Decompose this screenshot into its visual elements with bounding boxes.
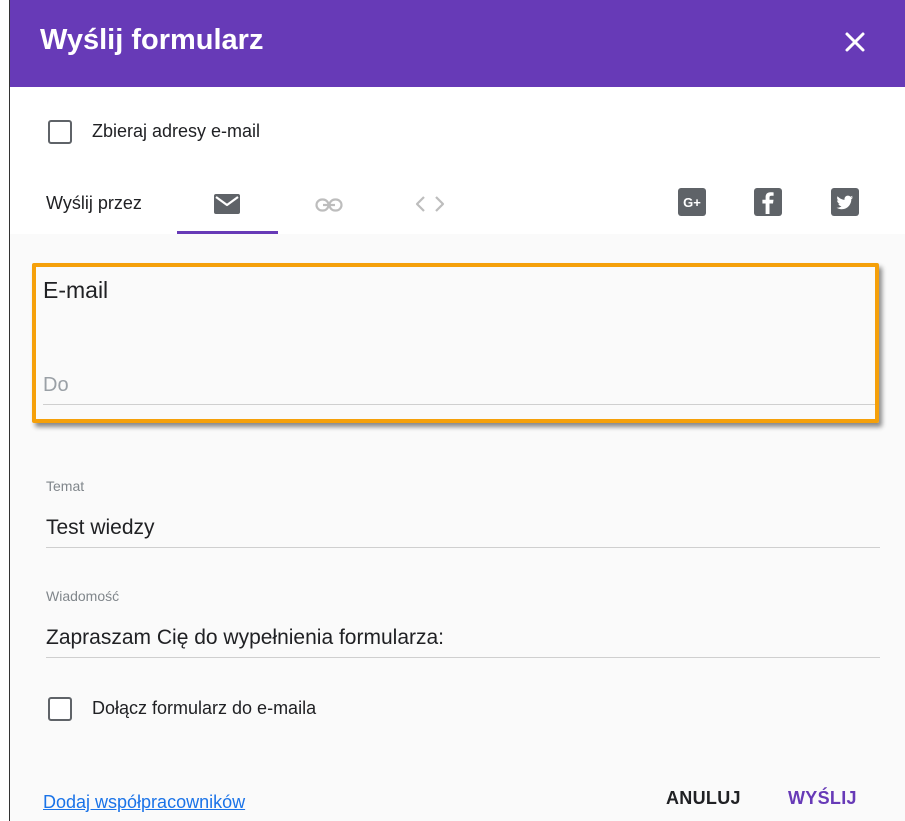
include-form-label: Dołącz formularz do e-maila bbox=[92, 698, 317, 718]
send-button[interactable]: WYŚLIJ bbox=[788, 788, 857, 809]
facebook-icon bbox=[762, 192, 774, 214]
close-button[interactable] bbox=[841, 28, 869, 56]
send-form-dialog: Wyślij formularz Zbieraj adresy e-mail W… bbox=[10, 0, 905, 821]
active-tab-indicator bbox=[177, 231, 278, 234]
twitter-icon bbox=[836, 195, 853, 210]
message-label: Wiadomość bbox=[46, 588, 120, 604]
tab-email[interactable] bbox=[177, 180, 278, 234]
collect-emails-checkbox[interactable] bbox=[48, 120, 72, 144]
tab-embed[interactable] bbox=[395, 180, 465, 234]
embed-code-icon bbox=[415, 196, 445, 212]
dialog-title: Wyślij formularz bbox=[40, 24, 264, 56]
cancel-button[interactable]: ANULUJ bbox=[666, 788, 741, 809]
link-icon bbox=[315, 198, 343, 212]
tab-link[interactable] bbox=[295, 180, 365, 234]
include-form-checkbox[interactable] bbox=[48, 697, 72, 721]
share-twitter-button[interactable] bbox=[831, 188, 859, 216]
email-icon bbox=[214, 194, 240, 214]
add-collaborators-link[interactable]: Dodaj współpracowników bbox=[43, 792, 245, 813]
send-via-label: Wyślij przez bbox=[46, 193, 142, 213]
send-options-panel: Zbieraj adresy e-mail Wyślij przez G+ bbox=[10, 87, 905, 234]
close-icon bbox=[845, 32, 865, 52]
message-input[interactable] bbox=[46, 619, 880, 658]
subject-label: Temat bbox=[46, 478, 85, 494]
share-facebook-button[interactable] bbox=[754, 188, 782, 216]
svg-text:G+: G+ bbox=[683, 195, 701, 210]
dialog-header: Wyślij formularz bbox=[10, 0, 905, 87]
google-plus-icon: G+ bbox=[683, 195, 701, 210]
share-google-plus-button[interactable]: G+ bbox=[678, 188, 706, 216]
collect-emails-label: Zbieraj adresy e-mail bbox=[92, 121, 261, 141]
subject-input[interactable] bbox=[46, 509, 880, 548]
highlight-box bbox=[32, 263, 879, 423]
